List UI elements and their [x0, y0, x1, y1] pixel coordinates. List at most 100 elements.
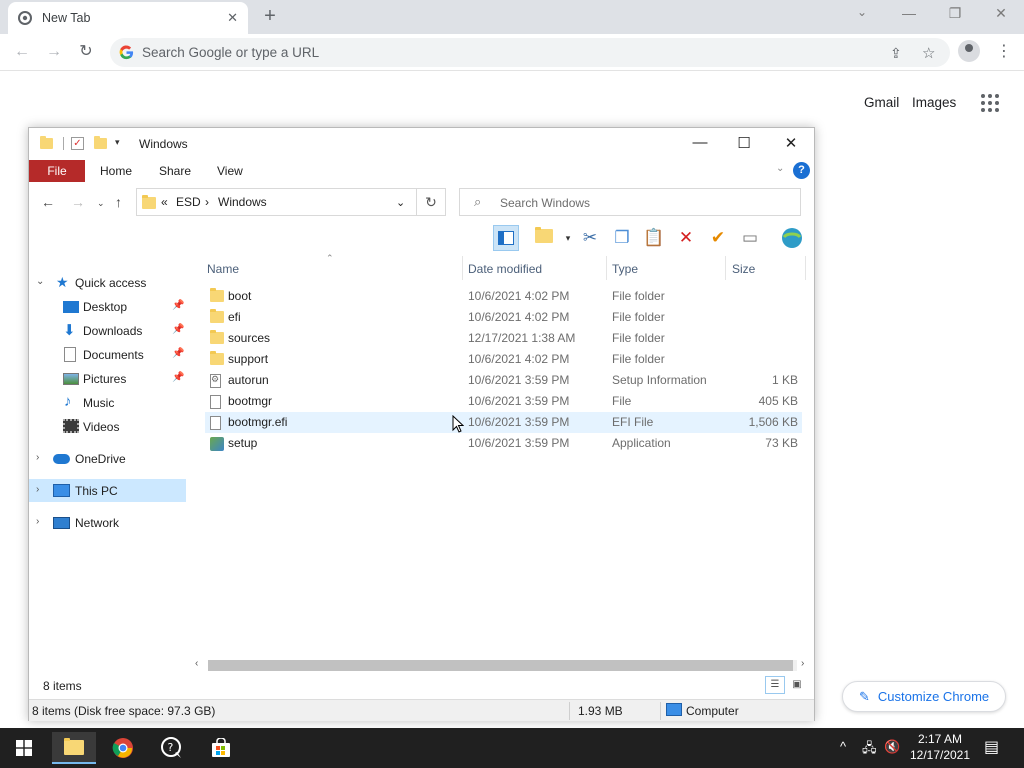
bookmark-star-icon[interactable]: ☆: [922, 44, 935, 62]
expand-chevron-icon[interactable]: ⌄: [36, 276, 44, 287]
rename-icon[interactable]: ▭: [737, 225, 763, 251]
explorer-minimize-button[interactable]: —: [686, 134, 714, 154]
cut-icon[interactable]: ✂: [577, 225, 603, 251]
customize-chrome-button[interactable]: ✎ Customize Chrome: [842, 681, 1006, 712]
minimize-button[interactable]: —: [899, 5, 919, 21]
scroll-right-icon[interactable]: ›: [801, 658, 804, 669]
folder-options-icon[interactable]: [531, 225, 557, 251]
gmail-link[interactable]: Gmail: [864, 95, 899, 110]
google-apps-icon[interactable]: [981, 94, 999, 112]
new-tab-button[interactable]: +: [258, 4, 282, 28]
paste-icon[interactable]: 📋: [641, 225, 667, 251]
search-box[interactable]: ⌕ Search Windows: [459, 188, 801, 216]
system-clock[interactable]: 2:17 AM 12/17/2021: [904, 731, 976, 763]
file-row-boot[interactable]: boot 10/6/2021 4:02 PM File folder: [205, 286, 802, 307]
network-status-icon[interactable]: 🖧: [862, 739, 877, 761]
nav-desktop[interactable]: Desktop 📌: [29, 295, 186, 318]
nav-documents[interactable]: Documents 📌: [29, 343, 186, 366]
details-view-icon[interactable]: ☰: [765, 676, 785, 694]
explorer-close-button[interactable]: ✕: [777, 134, 805, 154]
delete-icon[interactable]: ✕: [673, 225, 699, 251]
pin-icon[interactable]: 📌: [172, 372, 184, 383]
profile-avatar-button[interactable]: [958, 40, 980, 62]
volume-muted-icon[interactable]: 🔇: [884, 739, 900, 755]
file-row-autorun[interactable]: autorun 10/6/2021 3:59 PM Setup Informat…: [205, 370, 802, 391]
check-icon[interactable]: ✔: [705, 225, 731, 251]
column-divider[interactable]: [462, 256, 463, 280]
reload-button[interactable]: ↻: [76, 42, 96, 62]
address-bar[interactable]: « ESD › Windows ⌄: [136, 188, 417, 216]
taskbar-chrome[interactable]: [101, 732, 145, 764]
ribbon-tab-view[interactable]: View: [217, 160, 243, 182]
forward-button[interactable]: →: [44, 42, 64, 62]
horizontal-scrollbar[interactable]: ‹ ›: [191, 658, 813, 673]
expand-chevron-icon[interactable]: ›: [36, 484, 39, 495]
nav-network[interactable]: › Network: [29, 511, 186, 534]
column-divider[interactable]: [805, 256, 806, 280]
copy-icon[interactable]: ❐: [609, 225, 635, 251]
notification-center-icon[interactable]: ▤: [984, 737, 999, 757]
expand-chevron-icon[interactable]: ›: [36, 452, 39, 463]
ribbon-tab-file[interactable]: File: [29, 160, 85, 182]
taskbar-store[interactable]: [199, 732, 243, 764]
file-row-bootmgr-efi[interactable]: bootmgr.efi 10/6/2021 3:59 PM EFI File 1…: [205, 412, 802, 433]
column-header-type[interactable]: Type: [612, 262, 638, 276]
pin-icon[interactable]: 📌: [172, 324, 184, 335]
file-row-sources[interactable]: sources 12/17/2021 1:38 AM File folder: [205, 328, 802, 349]
omnibox[interactable]: Search Google or type a URL ⇪ ☆: [110, 38, 950, 67]
new-folder-icon[interactable]: [94, 136, 107, 149]
scrollbar-thumb[interactable]: [208, 660, 793, 671]
close-button[interactable]: ✕: [991, 5, 1011, 22]
help-button[interactable]: ?: [793, 162, 810, 179]
nav-this-pc[interactable]: › This PC: [29, 479, 186, 502]
file-row-support[interactable]: support 10/6/2021 4:02 PM File folder: [205, 349, 802, 370]
file-row-setup[interactable]: setup 10/6/2021 3:59 PM Application 73 K…: [205, 433, 802, 454]
breadcrumb-esd[interactable]: ESD: [176, 195, 201, 209]
qat-customize-icon[interactable]: ▾: [115, 137, 120, 148]
ribbon-tab-home[interactable]: Home: [100, 160, 132, 182]
file-row-efi[interactable]: efi 10/6/2021 4:02 PM File folder: [205, 307, 802, 328]
breadcrumb-windows[interactable]: Windows: [218, 195, 267, 209]
large-icons-view-icon[interactable]: ▣: [787, 676, 807, 694]
explorer-maximize-button[interactable]: ☐: [730, 134, 758, 154]
tab-search-button[interactable]: ⌄: [852, 5, 872, 19]
start-button[interactable]: [2, 732, 46, 764]
nav-pictures[interactable]: Pictures 📌: [29, 367, 186, 390]
expand-chevron-icon[interactable]: ›: [36, 516, 39, 527]
recent-locations-icon[interactable]: ⌄: [97, 198, 105, 209]
preview-pane-icon[interactable]: [493, 225, 519, 251]
scroll-left-icon[interactable]: ‹: [195, 658, 198, 669]
chrome-menu-button[interactable]: ⋮: [996, 41, 1012, 61]
nav-videos[interactable]: Videos: [29, 415, 186, 438]
ribbon-tab-share[interactable]: Share: [159, 160, 191, 182]
taskbar-file-explorer[interactable]: [52, 732, 96, 764]
column-header-name[interactable]: Name: [207, 262, 239, 276]
tab-new-tab[interactable]: New Tab ✕: [8, 2, 248, 34]
nav-onedrive[interactable]: › OneDrive: [29, 447, 186, 470]
column-header-date-modified[interactable]: Date modified: [468, 262, 542, 276]
tab-close-button[interactable]: ✕: [227, 10, 238, 26]
breadcrumb-overflow[interactable]: «: [161, 195, 168, 209]
column-header-size[interactable]: Size: [732, 262, 755, 276]
network-globe-icon[interactable]: [779, 225, 805, 251]
refresh-button[interactable]: ↻: [417, 188, 446, 216]
column-divider[interactable]: [606, 256, 607, 280]
pin-icon[interactable]: 📌: [172, 348, 184, 359]
explorer-back-button[interactable]: ←: [41, 194, 55, 210]
nav-downloads[interactable]: ⬇ Downloads 📌: [29, 319, 186, 342]
taskbar-get-help[interactable]: ?: [150, 732, 194, 764]
column-divider[interactable]: [725, 256, 726, 280]
pin-icon[interactable]: 📌: [172, 300, 184, 311]
address-dropdown-icon[interactable]: ⌄: [396, 196, 405, 209]
explorer-forward-button[interactable]: →: [71, 194, 85, 210]
images-link[interactable]: Images: [912, 95, 956, 110]
tray-overflow-icon[interactable]: ^: [840, 739, 846, 754]
nav-quick-access[interactable]: ⌄ ★ Quick access: [29, 271, 186, 294]
share-icon[interactable]: ⇪: [890, 45, 902, 62]
nav-music[interactable]: ♪ Music: [29, 391, 186, 414]
properties-icon[interactable]: ✓: [71, 137, 84, 150]
restore-button[interactable]: ❐: [945, 5, 965, 22]
file-row-bootmgr[interactable]: bootmgr 10/6/2021 3:59 PM File 405 KB: [205, 391, 802, 412]
back-button[interactable]: ←: [12, 42, 32, 62]
ribbon-expand-icon[interactable]: ⌄: [776, 163, 784, 174]
